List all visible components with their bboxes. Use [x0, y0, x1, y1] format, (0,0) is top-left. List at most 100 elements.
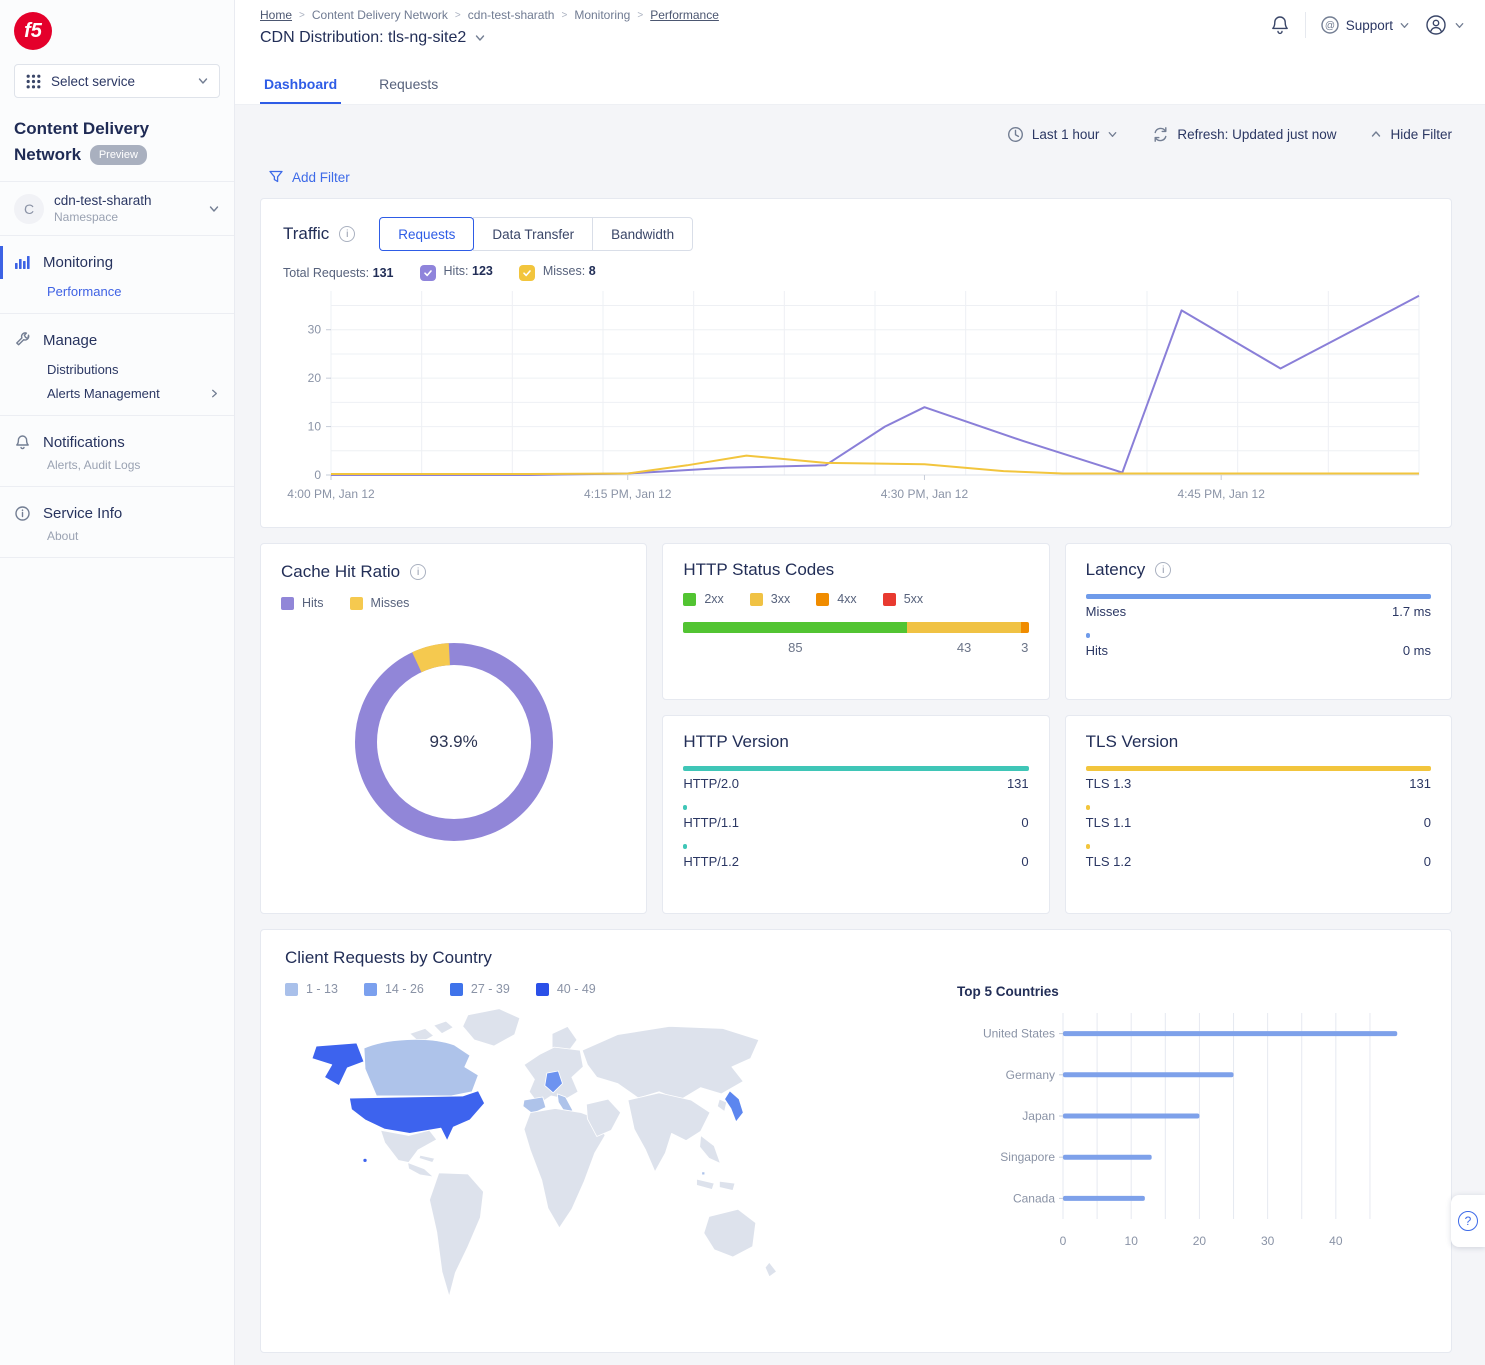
map-country-cuba[interactable] [419, 1155, 435, 1162]
country-card-title: Client Requests by Country [285, 948, 492, 967]
notification-bell-icon[interactable] [1269, 14, 1291, 36]
map-country-united-states[interactable] [363, 1158, 367, 1162]
sidebar-item-manage[interactable]: Manage [0, 328, 234, 353]
select-service-dropdown[interactable]: Select service [14, 64, 220, 98]
sidebar-item-monitoring[interactable]: Monitoring [0, 250, 234, 275]
svg-text:4:45 PM, Jan 12: 4:45 PM, Jan 12 [1177, 487, 1265, 501]
account-menu[interactable] [1424, 13, 1465, 37]
svg-text:Germany: Germany [1006, 1068, 1055, 1082]
http-status-stacked-bar[interactable] [683, 622, 1028, 633]
sidebar-item-alerts-management[interactable]: Alerts Management [0, 377, 234, 401]
question-icon: ? [1458, 1211, 1478, 1231]
user-avatar-icon [1424, 13, 1448, 37]
map-country-arctic-islands[interactable] [434, 1021, 454, 1033]
time-range-selector[interactable]: Last 1 hour [1007, 126, 1119, 143]
status-segment-3xx[interactable] [907, 622, 1020, 633]
sidebar-item-performance[interactable]: Performance [0, 275, 234, 299]
support-menu[interactable]: @ Support [1320, 15, 1410, 35]
add-filter-button[interactable]: Add Filter [268, 169, 350, 185]
http_version-row-HTTP/2.0[interactable]: HTTP/2.0 131 [683, 766, 1028, 791]
misses-checkbox[interactable] [519, 265, 535, 281]
traffic-tab-bandwidth[interactable]: Bandwidth [592, 217, 693, 251]
status-segment-2xx[interactable] [683, 622, 907, 633]
tls-version-card: TLS Version TLS 1.3 131 TLS 1.1 0 TLS 1.… [1065, 715, 1452, 914]
map-country-indonesia[interactable] [697, 1179, 715, 1189]
map-country-singapore[interactable] [702, 1172, 705, 1175]
map-country-central-america[interactable] [408, 1162, 434, 1177]
latency-card: Latency i Misses 1.7 ms Hits 0 ms [1065, 543, 1452, 700]
legend-misses: Misses [350, 596, 410, 610]
traffic-line-chart[interactable]: 01020304:00 PM, Jan 124:15 PM, Jan 124:3… [283, 283, 1429, 505]
chevron-down-icon [1399, 20, 1410, 31]
map-country-russia[interactable] [582, 1026, 759, 1100]
traffic-tab-requests[interactable]: Requests [379, 217, 474, 251]
help-button[interactable]: ? [1451, 1195, 1485, 1247]
chevron-down-icon[interactable] [474, 32, 486, 44]
map-country-canada[interactable] [364, 1039, 478, 1096]
top5-bar-Japan[interactable] [1063, 1114, 1199, 1119]
breadcrumb-cdn[interactable]: Content Delivery Network [312, 8, 448, 22]
map-country-south-america[interactable] [429, 1173, 483, 1296]
chevron-up-icon [1370, 128, 1382, 140]
http_version-row-HTTP/1.2[interactable]: HTTP/1.2 0 [683, 844, 1028, 869]
namespace-avatar: C [14, 194, 44, 224]
tab-requests[interactable]: Requests [375, 76, 442, 104]
sidebar-item-service-info[interactable]: Service Info [0, 501, 234, 526]
info-icon[interactable]: i [1155, 562, 1171, 578]
map-country-greenland[interactable] [463, 1009, 520, 1046]
map-country-new-zealand[interactable] [765, 1262, 776, 1277]
misses-toggle[interactable]: Misses: 8 [519, 264, 596, 281]
status-segment-4xx[interactable] [1021, 622, 1029, 633]
wrench-icon [14, 332, 31, 349]
map-country-asia[interactable] [628, 1093, 710, 1172]
namespace-selector[interactable]: C cdn-test-sharath Namespace [0, 181, 234, 236]
breadcrumb-performance[interactable]: Performance [650, 8, 719, 22]
row-label: TLS 1.1 [1086, 815, 1132, 830]
sidebar-item-distributions[interactable]: Distributions [0, 353, 234, 377]
info-icon[interactable]: i [410, 564, 426, 580]
top5-bar-Singapore[interactable] [1063, 1155, 1152, 1160]
top-5-countries-chart[interactable]: 010203040United StatesGermanyJapanSingap… [957, 1003, 1427, 1253]
svg-text:30: 30 [308, 323, 322, 337]
map-country-australia[interactable] [704, 1209, 756, 1257]
sidebar-item-label: Notifications [43, 434, 125, 451]
refresh-button[interactable]: Refresh: Updated just now [1152, 126, 1336, 143]
bell-icon [14, 434, 31, 451]
hits-toggle[interactable]: Hits: 123 [420, 264, 493, 281]
sidebar-item-notifications[interactable]: Notifications [0, 430, 234, 455]
info-icon [14, 505, 31, 522]
map-country-southeast-asia[interactable] [700, 1135, 721, 1163]
top5-bar-United-States[interactable] [1063, 1031, 1397, 1036]
tls_version-row-TLS 1.1[interactable]: TLS 1.1 0 [1086, 805, 1431, 830]
hits-checkbox[interactable] [420, 265, 436, 281]
world-map[interactable] [285, 1004, 815, 1296]
add-filter-label: Add Filter [292, 170, 350, 185]
top5-bar-Germany[interactable] [1063, 1072, 1234, 1077]
latency-row-Hits[interactable]: Hits 0 ms [1086, 633, 1431, 658]
tls_version-row-TLS 1.2[interactable]: TLS 1.2 0 [1086, 844, 1431, 869]
map-country-korea[interactable] [717, 1099, 726, 1111]
tab-dashboard[interactable]: Dashboard [260, 76, 341, 104]
http_version-row-HTTP/1.1[interactable]: HTTP/1.1 0 [683, 805, 1028, 830]
http-version-title: HTTP Version [683, 732, 789, 751]
map-country-united-states[interactable] [312, 1043, 364, 1086]
status-count-3xx: 43 [957, 640, 971, 655]
funnel-icon [268, 169, 284, 185]
hide-filter-label: Hide Filter [1390, 127, 1452, 142]
latency-row-Misses[interactable]: Misses 1.7 ms [1086, 594, 1431, 619]
tls_version-row-TLS 1.3[interactable]: TLS 1.3 131 [1086, 766, 1431, 791]
traffic-tab-data-transfer[interactable]: Data Transfer [473, 217, 593, 251]
info-icon[interactable]: i [339, 226, 355, 242]
legend-4xx: 4xx [816, 592, 856, 606]
breadcrumb-home[interactable]: Home [260, 8, 292, 22]
svg-text:0: 0 [1060, 1234, 1067, 1248]
hide-filter-button[interactable]: Hide Filter [1370, 127, 1452, 142]
breadcrumb-monitoring[interactable]: Monitoring [574, 8, 630, 22]
svg-text:0: 0 [314, 468, 321, 482]
breadcrumb-namespace[interactable]: cdn-test-sharath [468, 8, 555, 22]
map-country-indonesia[interactable] [719, 1181, 735, 1190]
top5-bar-Canada[interactable] [1063, 1196, 1145, 1201]
map-country-japan[interactable] [725, 1091, 744, 1122]
latency-title: Latency [1086, 560, 1146, 580]
top-header: Home > Content Delivery Network > cdn-te… [235, 0, 1485, 57]
